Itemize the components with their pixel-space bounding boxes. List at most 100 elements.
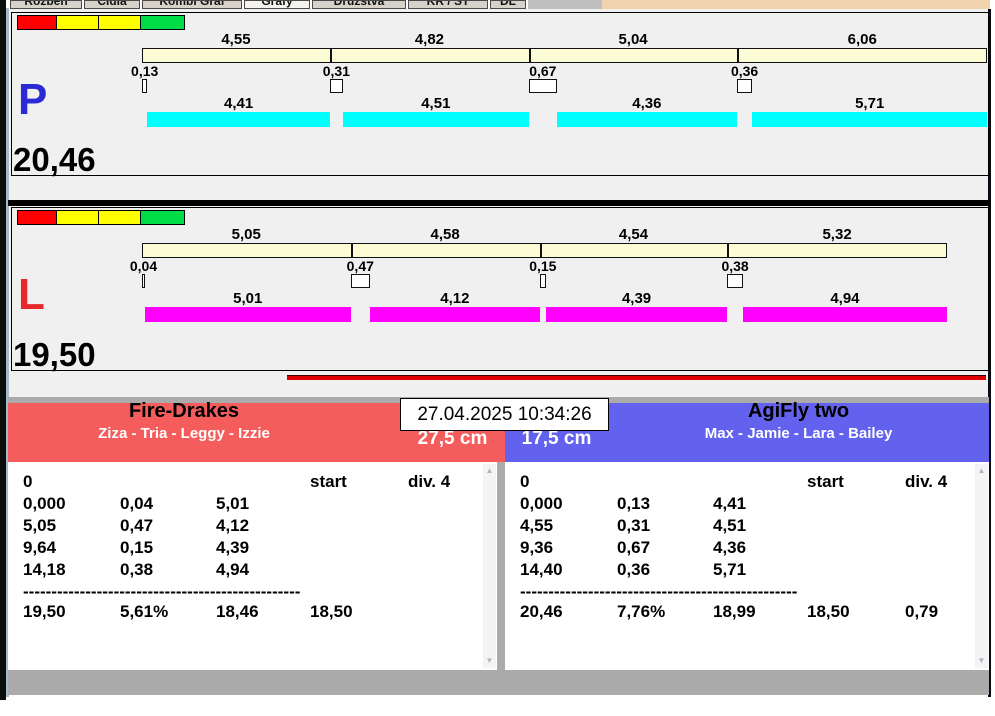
lane-P-total-time: 20,46 xyxy=(13,141,96,178)
result-cell: 0,04 xyxy=(120,494,154,513)
result-cell: 9,64 xyxy=(23,538,57,557)
lane-P-letter: P xyxy=(18,75,48,124)
result-cell: 5,01 xyxy=(216,494,250,513)
result-cell: 0,000 xyxy=(23,494,66,513)
tab-grafy[interactable]: Grafy xyxy=(244,0,310,9)
total-cell: 18,50 xyxy=(310,602,353,621)
scroll-up-icon[interactable]: ▲ xyxy=(483,464,496,478)
team-right-jump-height: 17,5 cm xyxy=(521,428,592,449)
tab-label: Rozbeh xyxy=(24,0,68,8)
tab-druzstva[interactable]: Druzstva xyxy=(312,0,406,9)
result-cell: 4,55 xyxy=(520,516,554,535)
result-cell: 4,94 xyxy=(216,560,250,579)
total-cell: 5,61% xyxy=(120,602,169,621)
changeover-loss-box xyxy=(539,274,546,288)
tab-label: Grafy xyxy=(261,0,293,8)
tab-dl[interactable]: DL xyxy=(490,0,526,9)
changeover-loss-label: 0,47 xyxy=(346,258,374,274)
split-tick xyxy=(737,48,740,63)
result-cell: 0,000 xyxy=(520,494,563,513)
scroll-up-icon[interactable]: ▲ xyxy=(975,464,988,478)
scroll-down-icon[interactable]: ▼ xyxy=(975,654,988,668)
result-cell: 0,47 xyxy=(120,516,154,535)
changeover-loss-box xyxy=(329,79,343,93)
legend-swatch-2 xyxy=(98,15,141,30)
legend-swatch-3 xyxy=(140,210,185,225)
result-cell: start xyxy=(310,472,347,491)
tab-label: Druzstva xyxy=(333,0,385,8)
changeover-loss-label: 0,36 xyxy=(730,63,759,79)
legend-swatch-0 xyxy=(17,210,57,225)
dog-time-label: 4,94 xyxy=(830,290,860,307)
flyball-timing-window: Rozbeh Cidla Kombi Graf Grafy Druzstva KR / S… xyxy=(0,0,995,716)
legend-swatch-0 xyxy=(17,15,57,30)
split-time-label: 5,05 xyxy=(231,226,261,243)
changeover-loss-label: 0,67 xyxy=(529,63,557,79)
result-cell: 4,39 xyxy=(216,538,250,557)
changeover-loss-box xyxy=(727,274,743,288)
dog-time-bar xyxy=(742,307,947,322)
total-cell: 18,46 xyxy=(216,602,259,621)
scroll-down-icon[interactable]: ▼ xyxy=(483,654,496,668)
split-time-label: 4,54 xyxy=(618,226,649,243)
result-cell: 5,71 xyxy=(713,560,747,579)
totals-separator: ----------------------------------------… xyxy=(520,582,798,600)
legend-swatch-1 xyxy=(56,210,99,225)
tab-label: Kombi Graf xyxy=(159,0,225,8)
dog-time-label: 4,12 xyxy=(440,290,470,307)
changeover-loss-box xyxy=(737,79,752,93)
team-right-name: AgiFly two xyxy=(747,400,850,422)
dog-time-label: 5,01 xyxy=(233,290,263,307)
results-table-right-scrollbar[interactable]: ▲ ▼ xyxy=(975,464,988,668)
tab-kr-st[interactable]: KR / ST xyxy=(408,0,488,9)
results-table-left-scrollbar[interactable]: ▲ ▼ xyxy=(483,464,496,668)
result-cell: 0,15 xyxy=(120,538,154,557)
changeover-loss-box xyxy=(142,79,148,93)
split-time-label: 4,82 xyxy=(414,31,445,48)
result-cell: 4,41 xyxy=(713,494,747,513)
result-cell: 14,18 xyxy=(23,560,66,579)
tab-cidla[interactable]: Cidla xyxy=(84,0,140,9)
dog-time-label: 4,51 xyxy=(421,95,451,112)
changeover-loss-label: 0,04 xyxy=(129,258,158,274)
result-cell: 4,36 xyxy=(713,538,747,557)
total-cell: 0,79 xyxy=(905,602,939,621)
legend-swatch-1 xyxy=(56,15,99,30)
tab-label: Cidla xyxy=(97,0,127,8)
split-tick xyxy=(329,48,332,63)
dog-time-bar xyxy=(342,112,529,127)
dog-time-bar xyxy=(545,307,728,322)
result-cell: div. 4 xyxy=(905,472,948,491)
result-cell: 0,38 xyxy=(120,560,154,579)
dog-time-bar xyxy=(147,112,330,127)
tab-label: KR / ST xyxy=(426,0,470,8)
result-cell: start xyxy=(807,472,844,491)
total-cell: 18,99 xyxy=(713,602,756,621)
results-panel: Fire-Drakes Ziza - Tria - Leggy - Izzie … xyxy=(8,397,989,695)
tab-kombi-graf[interactable]: Kombi Graf xyxy=(142,0,242,9)
changeover-loss-label: 0,31 xyxy=(322,63,350,79)
split-tick xyxy=(350,243,353,258)
result-cell: 14,40 xyxy=(520,560,563,579)
team-left-members: Ziza - Tria - Leggy - Izzie xyxy=(98,425,270,442)
results-table-left: ▲ ▼ 0 start div. 4 0,000 0,04 5,01 5,05 0,47 4,1… xyxy=(8,462,497,670)
result-cell: 0 xyxy=(23,472,33,491)
total-cell: 19,50 xyxy=(23,602,66,621)
lane-L-letter: L xyxy=(18,270,45,319)
dog-time-label: 4,36 xyxy=(632,95,662,112)
result-cell: 4,12 xyxy=(216,516,250,535)
total-cell: 18,50 xyxy=(807,602,850,621)
result-cell: 0 xyxy=(520,472,530,491)
tab-rozbeh[interactable]: Rozbeh xyxy=(10,0,82,9)
result-cell: div. 4 xyxy=(408,472,451,491)
red-progress-line xyxy=(287,375,986,380)
result-cell: 4,51 xyxy=(713,516,747,535)
team-left-name: Fire-Drakes xyxy=(128,400,240,422)
result-cell: 0,31 xyxy=(617,516,651,535)
legend-swatch-3 xyxy=(140,15,185,30)
changeover-loss-box xyxy=(528,79,557,93)
totals-separator: ----------------------------------------… xyxy=(23,582,301,600)
dog-time-bar xyxy=(752,112,988,127)
dog-time-label: 4,39 xyxy=(621,290,652,307)
changeover-loss-label: 0,13 xyxy=(131,63,159,79)
